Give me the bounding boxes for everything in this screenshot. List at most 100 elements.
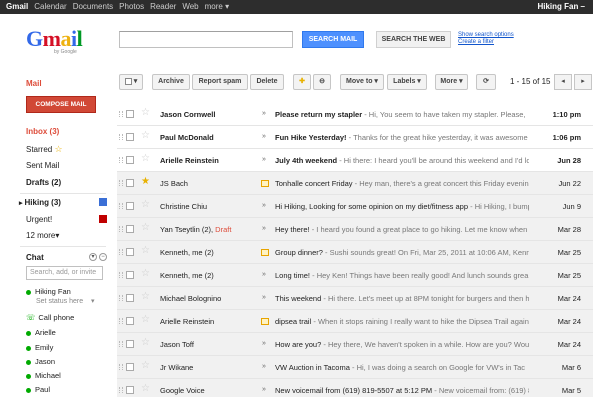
label-color-swatch-hiking[interactable]	[99, 198, 107, 206]
search-web-button[interactable]: SEARCH THE WEB	[376, 31, 451, 48]
importance-marker-icon[interactable]	[261, 180, 269, 187]
mark-important-button[interactable]: ✚	[293, 74, 311, 90]
star-icon[interactable]: ☆	[141, 154, 150, 164]
refresh-button[interactable]: ⟳	[476, 74, 496, 90]
message-checkbox[interactable]	[126, 294, 134, 302]
importance-marker-icon[interactable]	[261, 249, 269, 256]
delete-button[interactable]: Delete	[250, 74, 284, 90]
star-icon[interactable]: ☆	[141, 292, 150, 302]
importance-marker-icon[interactable]: »	[262, 363, 266, 370]
importance-marker-icon[interactable]: »	[262, 225, 266, 232]
sidebar-item-sent-mail[interactable]: Sent Mail	[26, 161, 59, 170]
chat-contact[interactable]: Michael	[26, 371, 61, 380]
drag-handle[interactable]	[119, 318, 123, 324]
nav-gmail[interactable]: Gmail	[6, 2, 28, 11]
star-icon[interactable]: ☆	[141, 200, 150, 210]
message-checkbox[interactable]	[126, 202, 134, 210]
message-checkbox[interactable]	[126, 179, 134, 187]
drag-handle[interactable]	[119, 364, 123, 370]
older-button[interactable]: ▸	[574, 74, 592, 90]
star-icon[interactable]: ★	[141, 177, 150, 187]
importance-marker-icon[interactable]: »	[262, 110, 266, 117]
show-search-options-link[interactable]: Show search options	[458, 32, 514, 39]
drag-handle[interactable]	[119, 272, 123, 278]
message-checkbox[interactable]	[126, 386, 134, 394]
drag-handle[interactable]	[119, 134, 123, 140]
star-icon[interactable]: ☆	[141, 338, 150, 348]
chat-contact[interactable]: Jason	[26, 357, 55, 366]
chat-collapse-icon[interactable]: −	[99, 253, 107, 261]
importance-marker-icon[interactable]: »	[262, 386, 266, 393]
drag-handle[interactable]	[119, 111, 123, 117]
account-menu[interactable]: Hiking Fan –	[537, 2, 585, 11]
nav-calendar[interactable]: Calendar	[34, 2, 66, 11]
nav-reader[interactable]: Reader	[150, 2, 176, 11]
drag-handle[interactable]	[119, 203, 123, 209]
message-checkbox[interactable]	[126, 225, 134, 233]
message-row[interactable]: ☆ Jr Wikane » VW Auction in Tacoma - Hi, I …	[117, 356, 593, 379]
mark-not-important-button[interactable]: ⊖	[313, 74, 331, 90]
create-filter-link[interactable]: Create a filter	[458, 39, 514, 46]
chat-contact[interactable]: Arielle	[26, 328, 56, 337]
report-spam-button[interactable]: Report spam	[192, 74, 248, 90]
message-row[interactable]: ☆ Jason Toff » How are you? - Hey there, We…	[117, 333, 593, 356]
message-checkbox[interactable]	[126, 363, 134, 371]
archive-button[interactable]: Archive	[152, 74, 190, 90]
importance-marker-icon[interactable]: »	[262, 156, 266, 163]
more-actions-button[interactable]: More ▾	[435, 74, 468, 90]
sidebar-item-hiking[interactable]: ▸ Hiking (3)	[19, 198, 61, 207]
message-checkbox[interactable]	[126, 110, 134, 118]
sidebar-item-drafts[interactable]: Drafts (2)	[26, 178, 61, 187]
importance-marker-icon[interactable]: »	[262, 202, 266, 209]
message-row[interactable]: ☆ Michael Bolognino » This weekend - Hi the…	[117, 287, 593, 310]
sidebar-item-more-labels[interactable]: 12 more▾	[26, 231, 59, 240]
nav-web[interactable]: Web	[182, 2, 198, 11]
star-icon[interactable]: ☆	[141, 246, 150, 256]
chat-search-input[interactable]: Search, add, or invite	[26, 266, 103, 280]
move-to-button[interactable]: Move to ▾	[340, 74, 384, 90]
message-row[interactable]: ☆ Arielle Reinstein dipsea trail - When it…	[117, 310, 593, 333]
drag-handle[interactable]	[119, 387, 123, 393]
search-input[interactable]	[119, 31, 293, 48]
gmail-logo[interactable]: Gmail by Google	[26, 28, 86, 58]
importance-marker-icon[interactable]: »	[262, 340, 266, 347]
star-icon[interactable]: ☆	[141, 315, 150, 325]
sidebar-item-urgent[interactable]: Urgent!	[26, 215, 52, 224]
sidebar-item-inbox[interactable]: Inbox (3)	[26, 127, 59, 136]
chat-options-icon[interactable]: ▾	[89, 253, 97, 261]
mail-section-title[interactable]: Mail	[26, 79, 42, 88]
message-row[interactable]: ☆ Christine Chiu » Hi Hiking, Looking for s…	[117, 195, 593, 218]
nav-photos[interactable]: Photos	[119, 2, 144, 11]
message-row[interactable]: ★ JS Bach Tonhalle concert Friday - Hey ma…	[117, 172, 593, 195]
message-row[interactable]: ☆ Arielle Reinstein » July 4th weekend - Hi…	[117, 149, 593, 172]
message-row[interactable]: ☆ Kenneth, me (2) » Long time! - Hey Ken! T…	[117, 264, 593, 287]
message-checkbox[interactable]	[126, 340, 134, 348]
importance-marker-icon[interactable]: »	[262, 294, 266, 301]
chat-contact[interactable]: Paul	[26, 385, 50, 394]
drag-handle[interactable]	[119, 157, 123, 163]
labels-button[interactable]: Labels ▾	[387, 74, 427, 90]
importance-marker-icon[interactable]: »	[262, 133, 266, 140]
drag-handle[interactable]	[119, 249, 123, 255]
importance-marker-icon[interactable]	[261, 318, 269, 325]
message-checkbox[interactable]	[126, 248, 134, 256]
set-status-field[interactable]: Set status here ▾	[36, 297, 95, 305]
message-checkbox[interactable]	[126, 317, 134, 325]
chat-section-title[interactable]: Chat	[26, 253, 44, 262]
drag-handle[interactable]	[119, 226, 123, 232]
message-row[interactable]: ☆ Kenneth, me (2) Group dinner? - Sushi so…	[117, 241, 593, 264]
drag-handle[interactable]	[119, 341, 123, 347]
chat-contact-call-phone[interactable]: ☏ Call phone	[26, 313, 74, 322]
message-checkbox[interactable]	[126, 133, 134, 141]
expand-icon[interactable]: ▸	[19, 200, 23, 207]
nav-documents[interactable]: Documents	[73, 2, 113, 11]
search-mail-button[interactable]: SEARCH MAIL	[302, 31, 364, 48]
drag-handle[interactable]	[119, 180, 123, 186]
label-color-swatch-urgent[interactable]	[99, 215, 107, 223]
select-all-checkbox-menu[interactable]: ▾	[119, 74, 143, 90]
compose-mail-button[interactable]: COMPOSE MAIL	[26, 96, 96, 113]
drag-handle[interactable]	[119, 295, 123, 301]
message-row[interactable]: ☆ Paul McDonald » Fun Hike Yesterday! - Tha…	[117, 126, 593, 149]
star-icon[interactable]: ☆	[141, 131, 150, 141]
message-row[interactable]: ☆ Yan Tseytlin (2), Draft» Hey there! - I …	[117, 218, 593, 241]
